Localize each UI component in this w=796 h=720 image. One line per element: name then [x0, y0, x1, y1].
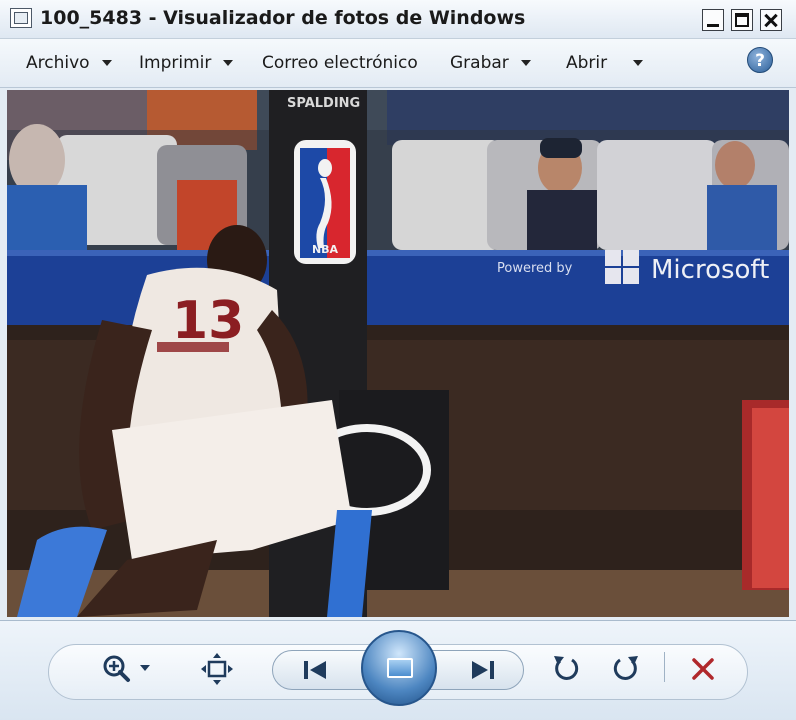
chevron-down-icon [101, 60, 112, 66]
basketball-photo: NBA SPALDING Powered by Microsoft 13 [7, 90, 789, 617]
slideshow-icon [387, 658, 413, 678]
fit-to-window-button[interactable] [200, 652, 234, 686]
chevron-down-icon [223, 60, 234, 66]
delete-icon [692, 658, 714, 680]
previous-button[interactable] [296, 656, 336, 684]
chevron-down-icon [520, 60, 531, 66]
app-icon [10, 8, 32, 28]
photo-display: NBA SPALDING Powered by Microsoft 13 [7, 90, 789, 617]
previous-icon [304, 661, 326, 679]
minimize-button[interactable] [702, 9, 724, 31]
menu-archivo[interactable]: Archivo [26, 51, 112, 75]
fit-to-window-icon [201, 653, 233, 685]
window-title: 100_5483 - Visualizador de fotos de Wind… [40, 7, 526, 29]
zoom-button[interactable] [100, 654, 156, 684]
rotate-counterclockwise-icon [554, 656, 579, 680]
close-button[interactable] [760, 9, 782, 31]
rotate-clockwise-button[interactable] [610, 652, 642, 684]
zoom-icon [103, 655, 150, 682]
photo-viewer-window: 100_5483 - Visualizador de fotos de Wind… [0, 0, 796, 720]
menu-abrir[interactable]: Abrir [566, 51, 644, 75]
rotate-clockwise-icon [613, 656, 638, 680]
menu-imprimir[interactable]: Imprimir [139, 51, 234, 75]
sponsor-microsoft: Microsoft [651, 255, 769, 285]
title-bar[interactable]: 100_5483 - Visualizador de fotos de Wind… [0, 0, 796, 39]
menu-correo-electronico[interactable]: Correo electrónico [262, 51, 418, 75]
maximize-button[interactable] [731, 9, 753, 31]
next-icon [472, 661, 494, 679]
menu-bar: Archivo Imprimir Correo electrónico Grab… [0, 39, 796, 88]
delete-button[interactable] [688, 654, 718, 684]
nba-logo-text: NBA [312, 243, 339, 256]
toolbar-separator [664, 652, 665, 682]
rotate-counterclockwise-button[interactable] [550, 652, 582, 684]
slideshow-button[interactable] [361, 630, 437, 706]
sponsor-powered-by: Powered by [497, 261, 573, 276]
chevron-down-icon [633, 60, 644, 66]
next-button[interactable] [462, 656, 502, 684]
spalding-text: SPALDING [287, 96, 360, 111]
menu-grabar[interactable]: Grabar [450, 51, 531, 75]
help-icon[interactable]: ? [747, 47, 773, 73]
